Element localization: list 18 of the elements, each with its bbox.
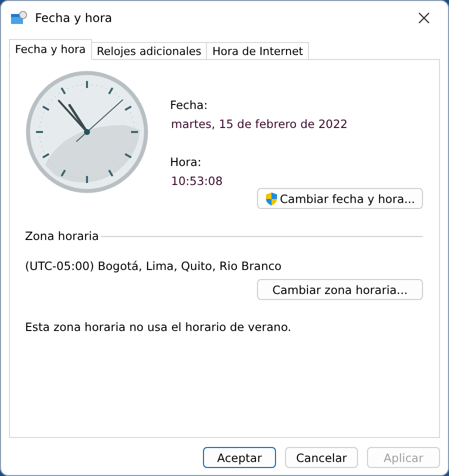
date-value: martes, 15 de febrero de 2022	[170, 117, 349, 133]
date-label: Fecha:	[170, 98, 209, 114]
calendar-clock-icon	[11, 11, 27, 25]
tab[interactable]: Relojes adicionales	[90, 42, 208, 60]
close-icon	[418, 12, 430, 24]
dialog-button[interactable]: Cancelar	[285, 447, 358, 468]
time-zone-text: (UTC-05:00) Bogotá, Lima, Quito, Rio Branco	[25, 259, 283, 273]
daylight-saving-note: Esta zona horaria no usa el horario de verano.	[25, 320, 292, 334]
change-time-zone-button[interactable]: Cambiar zona horaria...	[257, 279, 423, 300]
change-date-time-button[interactable]: Cambiar fecha y hora...	[257, 188, 423, 209]
group-title: Zona horaria	[25, 229, 99, 243]
shield-icon	[264, 192, 278, 206]
tab[interactable]: Hora de Internet	[206, 42, 310, 60]
time-value: 10:53:08	[170, 174, 224, 190]
window-title: Fecha y hora	[35, 11, 114, 25]
dialog-button[interactable]: Aceptar	[203, 447, 276, 468]
tab[interactable]: Fecha y hora	[9, 39, 92, 60]
time-label: Hora:	[170, 155, 202, 171]
